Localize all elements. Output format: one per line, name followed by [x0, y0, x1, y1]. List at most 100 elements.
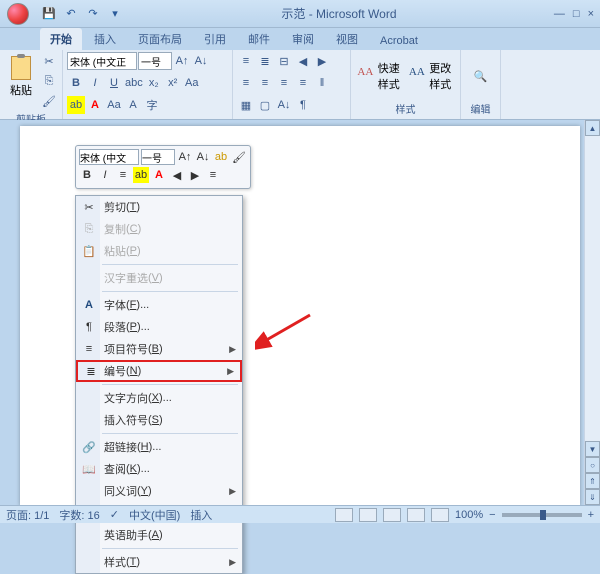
ctx-text-direction[interactable]: 文字方向(X)...	[76, 387, 242, 409]
clear-format-button[interactable]: Aa	[183, 74, 201, 92]
mini-highlight[interactable]: ab	[213, 149, 229, 165]
change-case-button[interactable]: Aa	[105, 96, 123, 114]
minimize-button[interactable]: —	[554, 8, 565, 20]
zoom-thumb[interactable]	[540, 510, 546, 520]
bold-button[interactable]: B	[67, 74, 85, 92]
draft-view[interactable]	[431, 508, 449, 522]
highlight-button[interactable]: ab	[67, 96, 85, 114]
paste-button[interactable]: 粘贴	[4, 52, 38, 102]
mini-font-family[interactable]	[79, 149, 139, 165]
zoom-slider[interactable]	[502, 513, 582, 517]
increase-indent-button[interactable]: ▶	[313, 52, 331, 70]
show-marks-button[interactable]: ¶	[294, 96, 312, 114]
font-family-select[interactable]	[67, 52, 137, 70]
scroll-up-button[interactable]: ▲	[585, 120, 600, 136]
copy-button[interactable]: ⎘	[40, 72, 58, 90]
sort-button[interactable]: A↓	[275, 96, 293, 114]
strike-button[interactable]: abc	[124, 74, 144, 92]
multilevel-button[interactable]: ⊟	[275, 52, 293, 70]
zoom-level[interactable]: 100%	[455, 509, 483, 521]
align-right-button[interactable]: ≡	[275, 74, 293, 92]
mini-font-size[interactable]	[141, 149, 175, 165]
align-center-button[interactable]: ≡	[256, 74, 274, 92]
mini-bold[interactable]: B	[79, 167, 95, 183]
tab-review[interactable]: 审阅	[282, 28, 324, 50]
ctx-cut[interactable]: ✂剪切(T)	[76, 196, 242, 218]
decrease-indent-button[interactable]: ◀	[294, 52, 312, 70]
close-button[interactable]: ×	[588, 8, 594, 20]
qat-more-button[interactable]: ▾	[106, 5, 124, 23]
tab-insert[interactable]: 插入	[84, 28, 126, 50]
zoom-out-button[interactable]: −	[489, 509, 495, 521]
ctx-insert-symbol[interactable]: 插入符号(S)	[76, 409, 242, 431]
grow-font-button[interactable]: A↑	[173, 52, 191, 70]
full-screen-view[interactable]	[359, 508, 377, 522]
browse-object-button[interactable]: ○	[585, 457, 600, 473]
mini-font-color[interactable]: A	[151, 167, 167, 183]
font-color-button[interactable]: A	[86, 96, 104, 114]
print-layout-view[interactable]	[335, 508, 353, 522]
outline-view[interactable]	[407, 508, 425, 522]
ctx-lookup[interactable]: 📖查阅(K)...	[76, 458, 242, 480]
save-button[interactable]: 💾	[40, 5, 58, 23]
ctx-hyperlink[interactable]: 🔗超链接(H)...	[76, 436, 242, 458]
mini-align-center[interactable]: ≡	[115, 167, 131, 183]
office-button[interactable]	[0, 0, 36, 28]
tab-view[interactable]: 视图	[326, 28, 368, 50]
ctx-numbering[interactable]: ≣编号(N)▶	[76, 360, 242, 382]
tab-layout[interactable]: 页面布局	[128, 28, 192, 50]
format-painter-button[interactable]: 🖌	[40, 92, 58, 110]
bullets-button[interactable]: ≡	[237, 52, 255, 70]
zoom-in-button[interactable]: +	[588, 509, 594, 521]
editing-button[interactable]: 🔍	[472, 67, 490, 85]
status-words[interactable]: 字数: 16	[59, 507, 99, 523]
ctx-paragraph[interactable]: ¶段落(P)...	[76, 316, 242, 338]
shading-button[interactable]: ▦	[237, 96, 255, 114]
font-size-select[interactable]	[138, 52, 172, 70]
mini-highlight2[interactable]: ab	[133, 167, 149, 183]
line-spacing-button[interactable]: ‖	[313, 74, 331, 92]
scroll-down-button[interactable]: ▼	[585, 441, 600, 457]
status-language[interactable]: 中文(中国)	[129, 507, 180, 523]
numbering-button[interactable]: ≣	[256, 52, 274, 70]
subscript-button[interactable]: x₂	[145, 74, 163, 92]
mini-italic[interactable]: I	[97, 167, 113, 183]
status-page[interactable]: 页面: 1/1	[6, 507, 49, 523]
underline-button[interactable]: U	[105, 74, 123, 92]
mini-grow-font[interactable]: A↑	[177, 149, 193, 165]
align-left-button[interactable]: ≡	[237, 74, 255, 92]
status-insert-mode[interactable]: 插入	[190, 507, 212, 523]
change-styles-button[interactable]: AA	[407, 52, 428, 92]
tab-references[interactable]: 引用	[194, 28, 236, 50]
tab-acrobat[interactable]: Acrobat	[370, 32, 428, 50]
prev-page-button[interactable]: ⇑	[585, 473, 600, 489]
char-shading-button[interactable]: 字	[143, 96, 161, 114]
ctx-styles[interactable]: 样式(T)▶	[76, 551, 242, 573]
char-border-button[interactable]: A	[124, 96, 142, 114]
ctx-font[interactable]: A字体(F)...	[76, 294, 242, 316]
undo-button[interactable]: ↶	[62, 5, 80, 23]
shrink-font-button[interactable]: A↓	[192, 52, 210, 70]
mini-shrink-font[interactable]: A↓	[195, 149, 211, 165]
vertical-scrollbar[interactable]: ▲ ▼ ○ ⇑ ⇓	[584, 120, 600, 505]
justify-button[interactable]: ≡	[294, 74, 312, 92]
mini-format-painter[interactable]: 🖌	[231, 149, 247, 165]
ctx-bullets[interactable]: ≡项目符号(B)▶	[76, 338, 242, 360]
quick-styles-button[interactable]: AA	[355, 52, 376, 92]
ctx-synonyms[interactable]: 同义词(Y)▶	[76, 480, 242, 502]
mini-increase-indent[interactable]: ▶	[187, 167, 203, 183]
redo-button[interactable]: ↷	[84, 5, 102, 23]
mini-decrease-indent[interactable]: ◀	[169, 167, 185, 183]
next-page-button[interactable]: ⇓	[585, 489, 600, 505]
tab-home[interactable]: 开始	[40, 28, 82, 50]
cut-button[interactable]: ✂	[40, 52, 58, 70]
web-layout-view[interactable]	[383, 508, 401, 522]
borders-button[interactable]: ▢	[256, 96, 274, 114]
superscript-button[interactable]: x²	[164, 74, 182, 92]
maximize-button[interactable]: □	[573, 8, 580, 20]
tab-mailings[interactable]: 邮件	[238, 28, 280, 50]
mini-bullets[interactable]: ≡	[205, 167, 221, 183]
status-proofing-icon[interactable]: ✓	[110, 508, 119, 521]
italic-button[interactable]: I	[86, 74, 104, 92]
ctx-english-assistant[interactable]: 英语助手(A)	[76, 524, 242, 546]
